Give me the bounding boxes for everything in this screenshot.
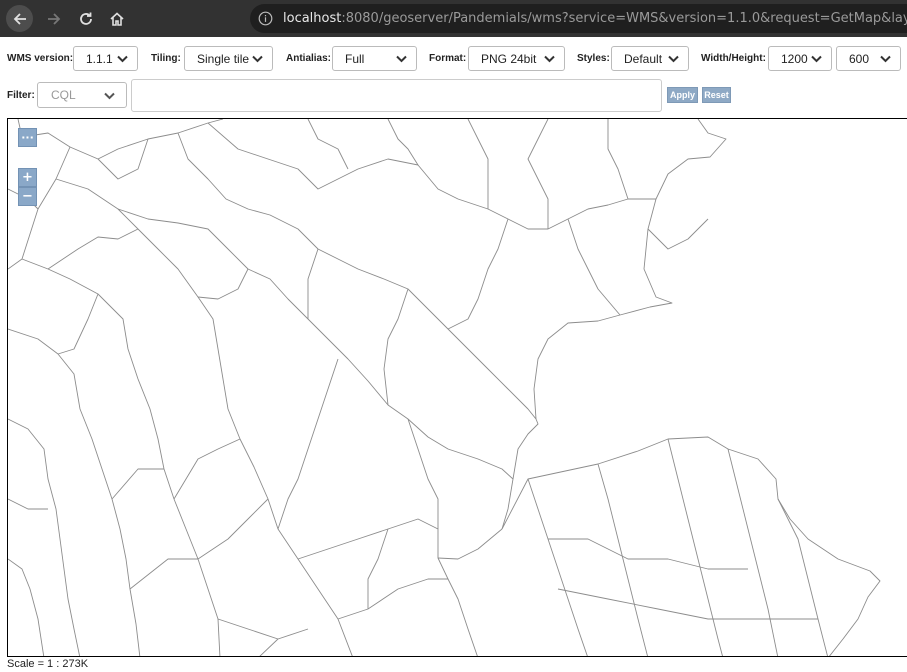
arrow-right-icon <box>47 12 60 25</box>
antialias-value: Full <box>345 51 365 66</box>
layer-menu-button[interactable]: ··· <box>18 128 37 147</box>
url-path: :8080/geoserver/Pandemials/wms?service=W… <box>341 11 907 26</box>
chevron-down-icon <box>880 55 891 63</box>
chevron-down-icon <box>811 55 822 63</box>
width-select[interactable]: 1200 <box>768 46 832 71</box>
zoom-out-button[interactable]: − <box>18 187 37 206</box>
browser-toolbar: localhost:8080/geoserver/Pandemials/wms?… <box>0 0 907 37</box>
reset-button[interactable]: Reset <box>702 87 731 103</box>
filter-input[interactable] <box>131 79 662 112</box>
tiling-value: Single tile <box>197 51 250 66</box>
width-value: 1200 <box>781 51 808 66</box>
styles-value: Default <box>624 51 663 66</box>
chevron-down-icon <box>396 55 407 63</box>
scale-indicator: Scale = 1 : 273K <box>7 658 89 670</box>
filter-label: Filter: <box>7 90 35 101</box>
home-icon <box>109 11 124 26</box>
info-icon[interactable] <box>258 11 273 26</box>
zoom-in-button[interactable]: + <box>18 168 37 187</box>
antialias-label: Antialias: <box>286 53 332 64</box>
map-viewport[interactable]: ··· + − <box>7 118 907 657</box>
reload-icon <box>79 12 92 25</box>
height-value: 600 <box>849 51 870 66</box>
address-bar[interactable]: localhost:8080/geoserver/Pandemials/wms?… <box>250 4 907 33</box>
arrow-left-icon <box>13 12 26 25</box>
size-label: Width/Height: <box>701 53 766 64</box>
chevron-down-icon <box>104 92 115 100</box>
chevron-down-icon <box>252 55 263 63</box>
tiling-select[interactable]: Single tile <box>184 46 273 71</box>
format-label: Format: <box>429 53 467 64</box>
format-value: PNG 24bit <box>481 51 537 66</box>
styles-select[interactable]: Default <box>611 46 689 71</box>
wms-options-toolbar: WMS version: 1.1.1 Tiling: Single tile A… <box>0 37 907 118</box>
wms-version-value: 1.1.1 <box>86 51 113 66</box>
filter-type-value: CQL <box>51 88 76 102</box>
height-select[interactable]: 600 <box>836 46 901 71</box>
back-button[interactable] <box>6 5 33 32</box>
watershed-boundaries <box>8 119 881 656</box>
reload-button[interactable] <box>72 5 99 32</box>
url-text: localhost:8080/geoserver/Pandemials/wms?… <box>283 11 907 26</box>
wms-version-select[interactable]: 1.1.1 <box>73 46 138 71</box>
url-host: localhost <box>283 11 342 26</box>
filter-type-select[interactable]: CQL <box>37 82 127 108</box>
styles-label: Styles: <box>577 53 610 64</box>
format-select[interactable]: PNG 24bit <box>468 46 565 71</box>
antialias-select[interactable]: Full <box>332 46 417 71</box>
home-button[interactable] <box>103 5 130 32</box>
chevron-down-icon <box>544 55 555 63</box>
chevron-down-icon <box>668 55 679 63</box>
forward-button[interactable] <box>40 5 67 32</box>
wms-version-label: WMS version: <box>7 53 74 64</box>
tiling-label: Tiling: <box>151 53 181 64</box>
apply-button[interactable]: Apply <box>667 87 698 103</box>
chevron-down-icon <box>117 55 128 63</box>
